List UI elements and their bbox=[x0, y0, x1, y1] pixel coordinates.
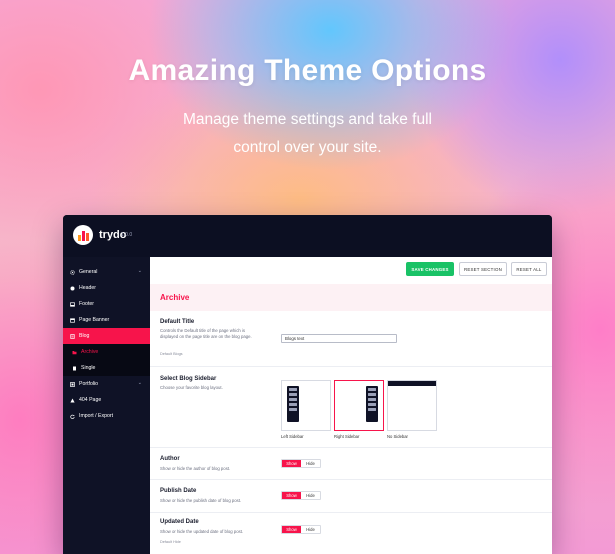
top-bar: trydo 1.0.0 bbox=[63, 215, 552, 257]
portfolio-icon bbox=[70, 381, 75, 387]
file-icon bbox=[73, 366, 76, 370]
save-changes-button[interactable]: SAVE CHANGES bbox=[406, 262, 454, 276]
sidebar-item-label: Header bbox=[79, 285, 97, 291]
field-description: Show or hide the author of blog post. bbox=[160, 466, 231, 471]
sidebar-subitem-label: Archive bbox=[81, 349, 99, 355]
updated-date-toggle: Show Hide bbox=[281, 525, 321, 534]
updated-date-row: Updated Date Show or hide the updated da… bbox=[150, 513, 552, 553]
sidebar-subitem-archive[interactable]: Archive bbox=[63, 344, 150, 360]
publish-date-row: Publish Date Show or hide the publish da… bbox=[150, 480, 552, 513]
version-label: 1.0.0 bbox=[121, 232, 133, 238]
sidebar-item-404-page[interactable]: 404 Page bbox=[63, 392, 150, 408]
sidebar-item-footer[interactable]: Footer bbox=[63, 296, 150, 312]
logo-icon bbox=[73, 225, 93, 245]
field-description: Show or hide the updated date of blog po… bbox=[160, 529, 244, 534]
hide-button[interactable]: Hide bbox=[301, 526, 320, 533]
section-title: Archive bbox=[150, 284, 552, 311]
sidebar-item-label: Footer bbox=[79, 301, 94, 307]
sidebar-item-label: 404 Page bbox=[79, 397, 102, 403]
sidebar-subitem-label: Single bbox=[81, 365, 96, 371]
hide-button[interactable]: Hide bbox=[301, 492, 320, 499]
show-button[interactable]: Show bbox=[282, 492, 301, 499]
gear-icon bbox=[70, 269, 75, 275]
mini-sidebar bbox=[287, 386, 299, 422]
layout-option-no-sidebar[interactable] bbox=[387, 380, 437, 431]
hero-subtitle-line-1: Manage theme settings and take full bbox=[182, 111, 432, 128]
mini-topbar bbox=[388, 381, 436, 386]
publish-date-toggle: Show Hide bbox=[281, 491, 321, 500]
sidebar-subitem-single[interactable]: Single bbox=[63, 360, 150, 376]
field-description: Show or hide the publish date of blog po… bbox=[160, 498, 242, 503]
field-description: Choose your favorite blog layout. bbox=[160, 385, 223, 390]
field-title: Publish Date bbox=[160, 488, 197, 494]
layout-label: Right Sidebar bbox=[334, 434, 360, 439]
field-description: Controls the Default title of the page w… bbox=[160, 328, 252, 339]
sidebar-item-blog[interactable]: Blog bbox=[63, 328, 150, 344]
layout-label: Left Sidebar bbox=[281, 434, 304, 439]
chevron-down-icon: ⌄ bbox=[137, 380, 142, 386]
layout-option-left-sidebar[interactable] bbox=[281, 380, 331, 431]
author-row: Author Show or hide the author of blog p… bbox=[150, 448, 552, 480]
blog-icon bbox=[70, 333, 75, 339]
field-note: Default Blogs bbox=[160, 352, 183, 356]
sidebar-item-label: Import / Export bbox=[79, 413, 114, 419]
sidebar-item-portfolio[interactable]: Portfolio ⌄ bbox=[63, 376, 150, 392]
author-toggle: Show Hide bbox=[281, 459, 321, 468]
sidebar-item-import-export[interactable]: Import / Export bbox=[63, 408, 150, 424]
field-note: Default Hide bbox=[160, 540, 181, 544]
hero-subtitle: Manage theme settings and take full cont… bbox=[170, 106, 445, 162]
layout-option-right-sidebar[interactable] bbox=[334, 380, 384, 431]
sidebar-item-label: Portfolio bbox=[79, 381, 99, 387]
header-icon bbox=[70, 286, 75, 290]
layout-label: No Sidebar bbox=[387, 434, 408, 439]
field-title: Author bbox=[160, 456, 180, 462]
hero-subtitle-line-2: control over your site. bbox=[233, 139, 382, 156]
default-title-input[interactable]: Blogs text bbox=[281, 334, 397, 343]
banner-icon bbox=[70, 317, 75, 323]
mini-sidebar bbox=[366, 386, 378, 422]
reset-section-button[interactable]: RESET SECTION bbox=[459, 262, 507, 276]
default-title-row: Default Title Controls the Default title… bbox=[150, 311, 552, 367]
sidebar-item-page-banner[interactable]: Page Banner bbox=[63, 312, 150, 328]
field-title: Default Title bbox=[160, 319, 195, 325]
sidebar-item-label: Blog bbox=[79, 333, 90, 339]
folder-icon bbox=[72, 350, 77, 354]
footer-icon bbox=[70, 301, 75, 307]
blog-sidebar-row: Select Blog Sidebar Choose your favorite… bbox=[150, 367, 552, 448]
hero-title: Amazing Theme Options bbox=[128, 54, 487, 87]
sidebar-item-header[interactable]: Header bbox=[63, 280, 150, 296]
toolbar: SAVE CHANGES RESET SECTION RESET ALL bbox=[150, 257, 552, 284]
hide-button[interactable]: Hide bbox=[301, 460, 320, 467]
sidebar-item-label: General bbox=[79, 269, 98, 275]
refresh-icon bbox=[70, 414, 75, 419]
reset-all-button[interactable]: RESET ALL bbox=[511, 262, 547, 276]
main-panel: SAVE CHANGES RESET SECTION RESET ALL Arc… bbox=[150, 257, 552, 554]
sidebar-item-general[interactable]: General ⌄ bbox=[63, 264, 150, 280]
warning-icon bbox=[70, 398, 75, 402]
chevron-down-icon: ⌄ bbox=[137, 268, 142, 274]
field-title: Updated Date bbox=[160, 519, 199, 525]
theme-options-window: trydo 1.0.0 General ⌄ Header Footer Page… bbox=[63, 215, 552, 554]
field-title: Select Blog Sidebar bbox=[160, 376, 217, 382]
sidebar-item-label: Page Banner bbox=[79, 317, 110, 323]
show-button[interactable]: Show bbox=[282, 460, 301, 467]
show-button[interactable]: Show bbox=[282, 526, 301, 533]
sidebar: General ⌄ Header Footer Page Banner Blog… bbox=[63, 257, 150, 554]
